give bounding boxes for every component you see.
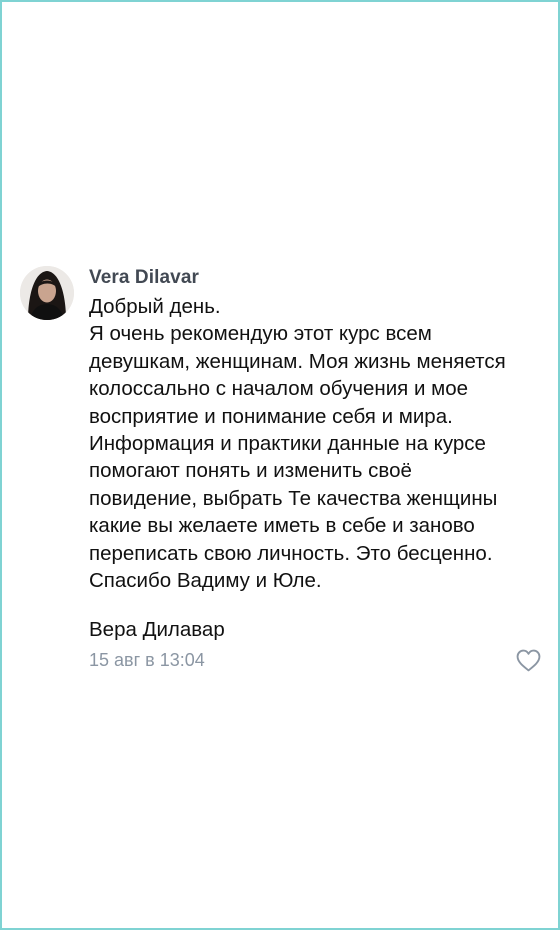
comment-line: Информация и практики данные на курсе [89,432,486,456]
comment-signature: Вера Дилавар [89,618,225,641]
comment-line: какие вы желаете иметь в себе и заново [89,514,475,538]
comment-line: повидение, выбрать Те качества женщины [89,486,498,510]
heart-icon [516,649,541,672]
comment-line: помогают понять и изменить своё [89,459,412,483]
author-name[interactable]: Vera Dilavar [89,267,199,289]
comment-text: Добрый день. Я очень рекомендую этот кур… [89,293,549,594]
user-avatar-photo [20,266,74,320]
comment-line: восприятие и понимание себя и мира. [89,404,453,428]
comment-timestamp[interactable]: 15 авг в 13:04 [89,650,205,671]
comment-line: Спасибо Вадиму и Юле. [89,569,322,593]
comment-line: колоссально с началом обучения и мое [89,377,469,401]
comment-line: Добрый день. [89,295,221,318]
comment-card: Vera Dilavar Добрый день. Я очень рекоме… [0,0,560,930]
like-button[interactable] [516,649,541,672]
comment-line: девушкам, женщинам. Моя жизнь меняется [89,349,506,373]
comment-line: переписать свою личность. Это бесценно. [89,541,493,565]
avatar[interactable] [20,266,74,320]
comment-line: Я очень рекомендую этот курс всем [89,322,432,346]
